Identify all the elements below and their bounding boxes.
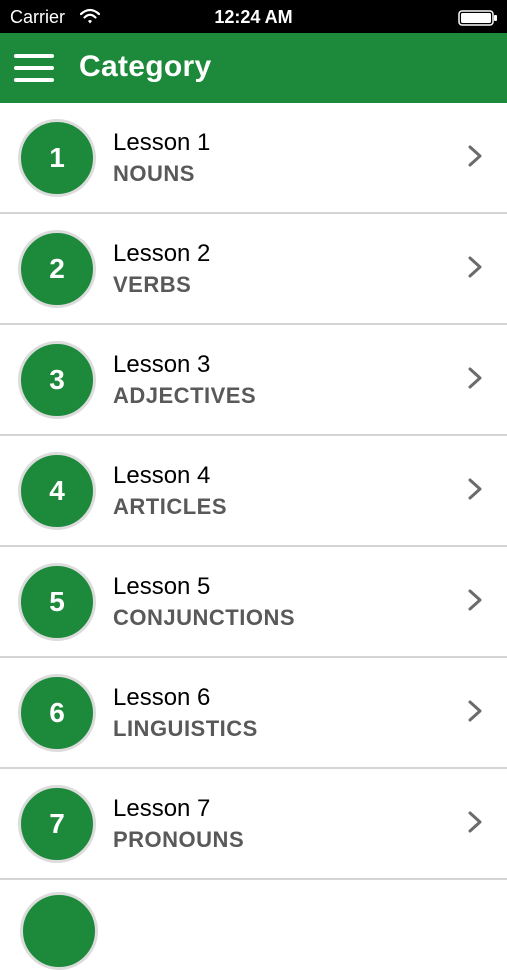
page-title: Category bbox=[79, 50, 212, 83]
lesson-title: Lesson 4 bbox=[113, 462, 211, 489]
clock: 12:24 AM bbox=[214, 7, 293, 27]
lesson-title: Lesson 7 bbox=[113, 795, 211, 822]
lesson-number-badge: 4 bbox=[18, 452, 96, 530]
lesson-number-badge: 6 bbox=[18, 674, 96, 752]
lesson-title: Lesson 2 bbox=[113, 240, 211, 267]
lesson-subtitle: ADJECTIVES bbox=[113, 383, 257, 408]
lesson-row-partial[interactable] bbox=[0, 880, 507, 970]
lesson-row[interactable]: 2 Lesson 2 VERBS bbox=[0, 214, 507, 325]
lesson-number-badge: 1 bbox=[18, 119, 96, 197]
battery-icon bbox=[458, 10, 497, 26]
chevron-right-icon bbox=[468, 589, 482, 611]
lesson-number-badge: 3 bbox=[18, 341, 96, 419]
lesson-subtitle: VERBS bbox=[113, 272, 192, 297]
lesson-subtitle: CONJUNCTIONS bbox=[113, 605, 296, 630]
chevron-right-icon bbox=[468, 256, 482, 278]
chevron-right-icon bbox=[468, 145, 482, 167]
lesson-row[interactable]: 5 Lesson 5 CONJUNCTIONS bbox=[0, 547, 507, 658]
app-bar: Category bbox=[0, 33, 507, 103]
lesson-number-badge: 2 bbox=[18, 230, 96, 308]
lesson-title: Lesson 6 bbox=[113, 684, 211, 711]
status-bar: Carrier 12:24 AM bbox=[0, 0, 507, 33]
lesson-number-badge bbox=[20, 892, 98, 970]
lesson-subtitle: ARTICLES bbox=[113, 494, 227, 519]
chevron-right-icon bbox=[468, 478, 482, 500]
lesson-subtitle: NOUNS bbox=[113, 161, 195, 186]
lesson-subtitle: PRONOUNS bbox=[113, 827, 245, 852]
lesson-list: 1 Lesson 1 NOUNS 2 Lesson 2 VERBS 3 Less… bbox=[0, 103, 507, 970]
hamburger-menu-icon[interactable] bbox=[12, 51, 56, 85]
lesson-number-badge: 5 bbox=[18, 563, 96, 641]
chevron-right-icon bbox=[468, 700, 482, 722]
lesson-row[interactable]: 3 Lesson 3 ADJECTIVES bbox=[0, 325, 507, 436]
lesson-row[interactable]: 6 Lesson 6 LINGUISTICS bbox=[0, 658, 507, 769]
chevron-right-icon bbox=[468, 367, 482, 389]
lesson-title: Lesson 3 bbox=[113, 351, 211, 378]
lesson-number-badge: 7 bbox=[18, 785, 96, 863]
lesson-title: Lesson 1 bbox=[113, 129, 211, 156]
lesson-row[interactable]: 7 Lesson 7 PRONOUNS bbox=[0, 769, 507, 880]
lesson-row[interactable]: 1 Lesson 1 NOUNS bbox=[0, 103, 507, 214]
lesson-row[interactable]: 4 Lesson 4 ARTICLES bbox=[0, 436, 507, 547]
lesson-subtitle: LINGUISTICS bbox=[113, 716, 258, 741]
lesson-title: Lesson 5 bbox=[113, 573, 211, 600]
chevron-right-icon bbox=[468, 811, 482, 833]
